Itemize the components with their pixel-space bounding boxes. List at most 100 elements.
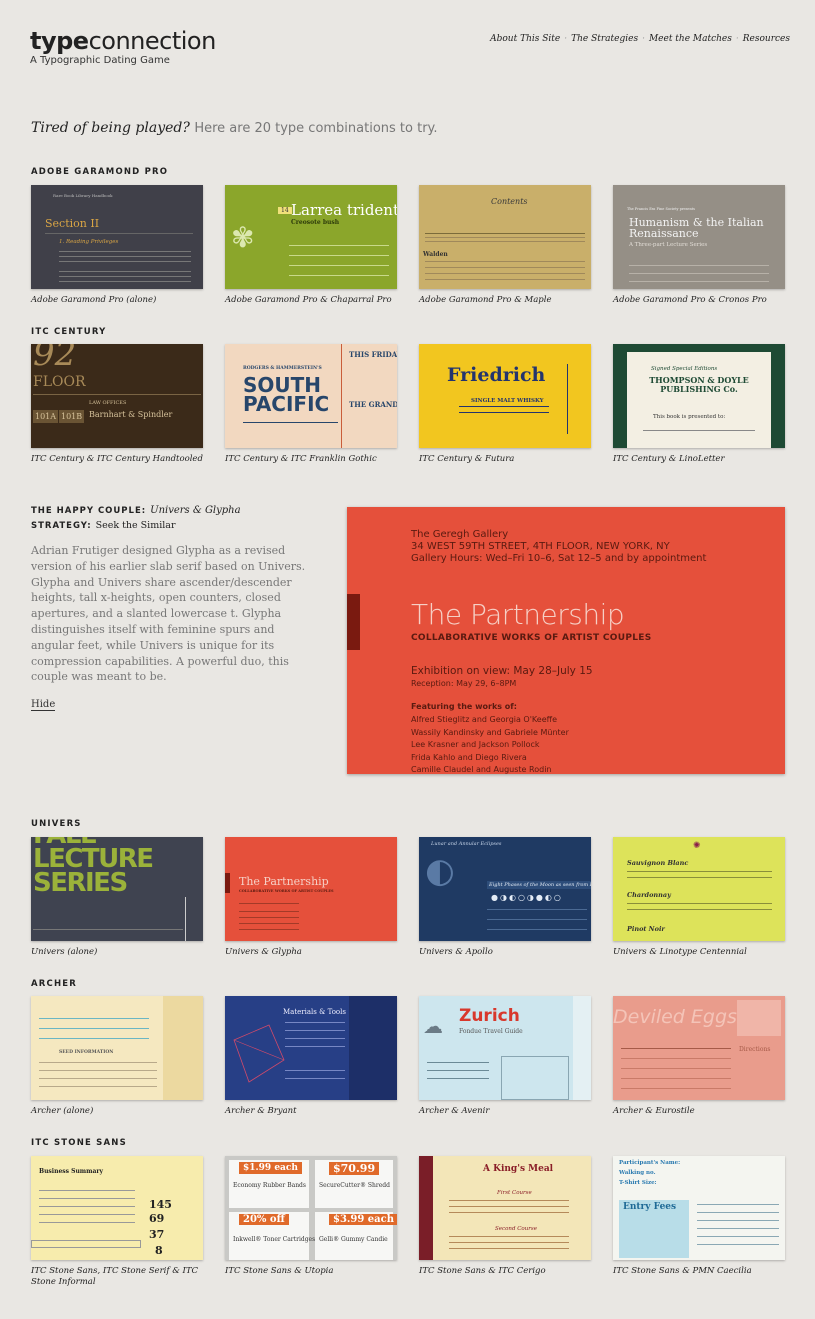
combo-thumbnail[interactable]: FALL LECTURE SERIES [31, 837, 203, 941]
combo-caption[interactable]: Adobe Garamond Pro & Cronos Pro [613, 295, 785, 306]
combo-card[interactable]: ☁ Zurich Fondue Travel Guide Archer & Av… [419, 996, 591, 1117]
combo-thumbnail[interactable]: RODGERS & HAMMERSTEIN'S SOUTH PACIFIC TH… [225, 344, 397, 448]
thumb-title: Business Summary [39, 1168, 104, 1175]
combo-thumbnail[interactable]: Deviled Eggs Directions [613, 996, 785, 1100]
moon-phases-icon: ●◑◐○◑●◐○ [491, 893, 563, 902]
product-name: Economy Rubber Bands [233, 1182, 306, 1189]
combo-caption[interactable]: Univers & Apollo [419, 947, 591, 958]
combo-caption[interactable]: Adobe Garamond Pro (alone) [31, 295, 203, 306]
combo-card[interactable]: 92 FLOOR 101A 101B LAW OFFICES Barnhart … [31, 344, 203, 465]
thumb-rule [487, 929, 587, 930]
price-tag: $70.99 [329, 1162, 380, 1175]
combo-caption[interactable]: ITC Stone Sans & PMN Caecilia [613, 1266, 785, 1277]
thumb-sub: Fondue Travel Guide [459, 1028, 523, 1035]
thumb-rule [697, 1236, 779, 1237]
combo-card[interactable]: Deviled Eggs Directions Archer & Eurosti… [613, 996, 785, 1117]
combo-thumbnail[interactable]: 92 FLOOR 101A 101B LAW OFFICES Barnhart … [31, 344, 203, 448]
thumb-rule [285, 1030, 345, 1031]
combo-thumbnail[interactable]: Business Summary 145 69 37 8 [31, 1156, 203, 1260]
combo-card[interactable]: Participant's Name: Walking no. T-Shirt … [613, 1156, 785, 1277]
combo-card[interactable]: Lunar and Annular Eclipses ◐ Eight Phase… [419, 837, 591, 958]
nav-about[interactable]: About This Site [490, 34, 560, 44]
thumb-title: The Partnership [239, 875, 329, 888]
thumb-rule [59, 271, 191, 272]
combo-thumbnail[interactable]: SEED INFORMATION [31, 996, 203, 1100]
combo-thumbnail[interactable]: Friedrich SINGLE MALT WHISKY [419, 344, 591, 448]
combo-thumbnail[interactable]: Rare Book Library Handbook Section II 1.… [31, 185, 203, 289]
hide-link[interactable]: Hide [31, 699, 56, 712]
combo-caption[interactable]: Adobe Garamond Pro & Chaparral Pro [225, 295, 397, 306]
combo-caption[interactable]: ITC Century & Futura [419, 454, 591, 465]
thumb-rule [427, 1070, 489, 1071]
combo-caption[interactable]: Univers & Linotype Centennial [613, 947, 785, 958]
combo-caption[interactable]: Univers (alone) [31, 947, 203, 958]
feature-heading: THE HAPPY COUPLE: Univers & Glypha [31, 505, 321, 516]
combo-thumbnail[interactable]: ✺ Sauvignon Blanc Chardonnay Pinot Noir [613, 837, 785, 941]
thumb-rule [697, 1204, 779, 1205]
strategy-value[interactable]: Seek the Similar [96, 520, 176, 531]
combo-card[interactable]: Signed Special Editions THOMPSON & DOYLE… [613, 344, 785, 465]
combo-caption[interactable]: ITC Century & ITC Century Handtooled [31, 454, 203, 465]
combo-thumbnail[interactable]: The Partnership COLLABORATIVE WORKS OF A… [225, 837, 397, 941]
combo-caption[interactable]: ITC Century & ITC Franklin Gothic [225, 454, 397, 465]
combo-card[interactable]: The Partnership COLLABORATIVE WORKS OF A… [225, 837, 397, 958]
combo-caption[interactable]: Archer & Avenir [419, 1106, 591, 1117]
thumb-rule [459, 406, 549, 407]
thumb-rule [59, 261, 191, 262]
combo-caption[interactable]: Univers & Glypha [225, 947, 397, 958]
combo-card[interactable]: Contents Walden Adobe Garamond Pro & Map… [419, 185, 591, 306]
combo-card[interactable]: FALL LECTURE SERIES Univers (alone) [31, 837, 203, 958]
combo-card[interactable]: Business Summary 145 69 37 8 ITC Stone S… [31, 1156, 203, 1288]
product-name: Inkwell® Toner Cartridges [233, 1236, 316, 1243]
nav-matches[interactable]: Meet the Matches [649, 34, 732, 44]
combo-thumbnail[interactable]: Materials & Tools [225, 996, 397, 1100]
combo-thumbnail[interactable]: Contents Walden [419, 185, 591, 289]
combo-caption[interactable]: Archer (alone) [31, 1106, 203, 1117]
thumb-title: SERIES [33, 868, 128, 898]
combo-thumbnail[interactable]: ☁ Zurich Fondue Travel Guide [419, 996, 591, 1100]
combo-card[interactable]: Materials & Tools Archer & Bryant [225, 996, 397, 1117]
nav-strategies[interactable]: The Strategies [571, 34, 638, 44]
combo-caption[interactable]: ITC Century & LinoLetter [613, 454, 785, 465]
combo-caption[interactable]: ITC Stone Sans, ITC Stone Serif & ITC St… [31, 1266, 203, 1288]
combo-caption[interactable]: ITC Stone Sans & Utopia [225, 1266, 397, 1277]
artist-line: Alfred Stieglitz and Georgia O'Keeffe [411, 715, 558, 724]
combo-thumbnail[interactable]: The Francis Ess Fine Society presents Hu… [613, 185, 785, 289]
combo-card[interactable]: Friedrich SINGLE MALT WHISKY ITC Century… [419, 344, 591, 465]
combo-card[interactable]: A King's Meal First Course Second Course… [419, 1156, 591, 1277]
thumb-sub: Directions [739, 1046, 771, 1053]
combo-thumbnail[interactable]: A King's Meal First Course Second Course [419, 1156, 591, 1260]
combo-thumbnail[interactable]: $1.99 each $70.99 Economy Rubber Bands S… [225, 1156, 397, 1260]
thumb-number: 37 [149, 1228, 165, 1241]
combo-card[interactable]: RODGERS & HAMMERSTEIN'S SOUTH PACIFIC TH… [225, 344, 397, 465]
combo-card[interactable]: ✺ Sauvignon Blanc Chardonnay Pinot Noir … [613, 837, 785, 958]
thumb-title: Humanism & the Italian Renaissance [629, 216, 764, 240]
combo-thumbnail[interactable]: Participant's Name: Walking no. T-Shirt … [613, 1156, 785, 1260]
thumb-rule [697, 1220, 779, 1221]
combo-card[interactable]: Rare Book Library Handbook Section II 1.… [31, 185, 203, 306]
thumb-sub: Signed Special Editions [651, 366, 718, 372]
combo-card[interactable]: $1.99 each $70.99 Economy Rubber Bands S… [225, 1156, 397, 1277]
combo-thumbnail[interactable]: Lunar and Annular Eclipses ◐ Eight Phase… [419, 837, 591, 941]
combo-caption[interactable]: ITC Stone Sans & ITC Cerigo [419, 1266, 591, 1277]
combo-caption[interactable]: Archer & Eurostile [613, 1106, 785, 1117]
combo-card[interactable]: SEED INFORMATION Archer (alone) [31, 996, 203, 1117]
thumb-sub: COLLABORATIVE WORKS OF ARTIST COUPLES [239, 889, 334, 893]
combo-card[interactable]: 14 Larrea tridentat Creosote bush ✾ Adob… [225, 185, 397, 306]
thumb-rule [289, 265, 389, 266]
thumb-text: Chardonnay [627, 891, 671, 899]
combo-card[interactable]: The Francis Ess Fine Society presents Hu… [613, 185, 785, 306]
thumb-number: 145 [149, 1198, 172, 1211]
thumb-rule [449, 1236, 569, 1237]
combo-thumbnail[interactable]: 14 Larrea tridentat Creosote bush ✾ [225, 185, 397, 289]
thumb-suite: 101A [33, 410, 59, 423]
thumb-rule [243, 422, 338, 423]
thumb-text: Sauvignon Blanc [627, 859, 689, 867]
nav-resources[interactable]: Resources [743, 34, 790, 44]
menu-border [419, 1156, 433, 1260]
section-title-garamond: ADOBE GARAMOND PRO [31, 167, 169, 177]
thumb-text: THIS FRIDAY A [349, 350, 397, 359]
combo-caption[interactable]: Adobe Garamond Pro & Maple [419, 295, 591, 306]
combo-caption[interactable]: Archer & Bryant [225, 1106, 397, 1117]
combo-thumbnail[interactable]: Signed Special Editions THOMPSON & DOYLE… [613, 344, 785, 448]
